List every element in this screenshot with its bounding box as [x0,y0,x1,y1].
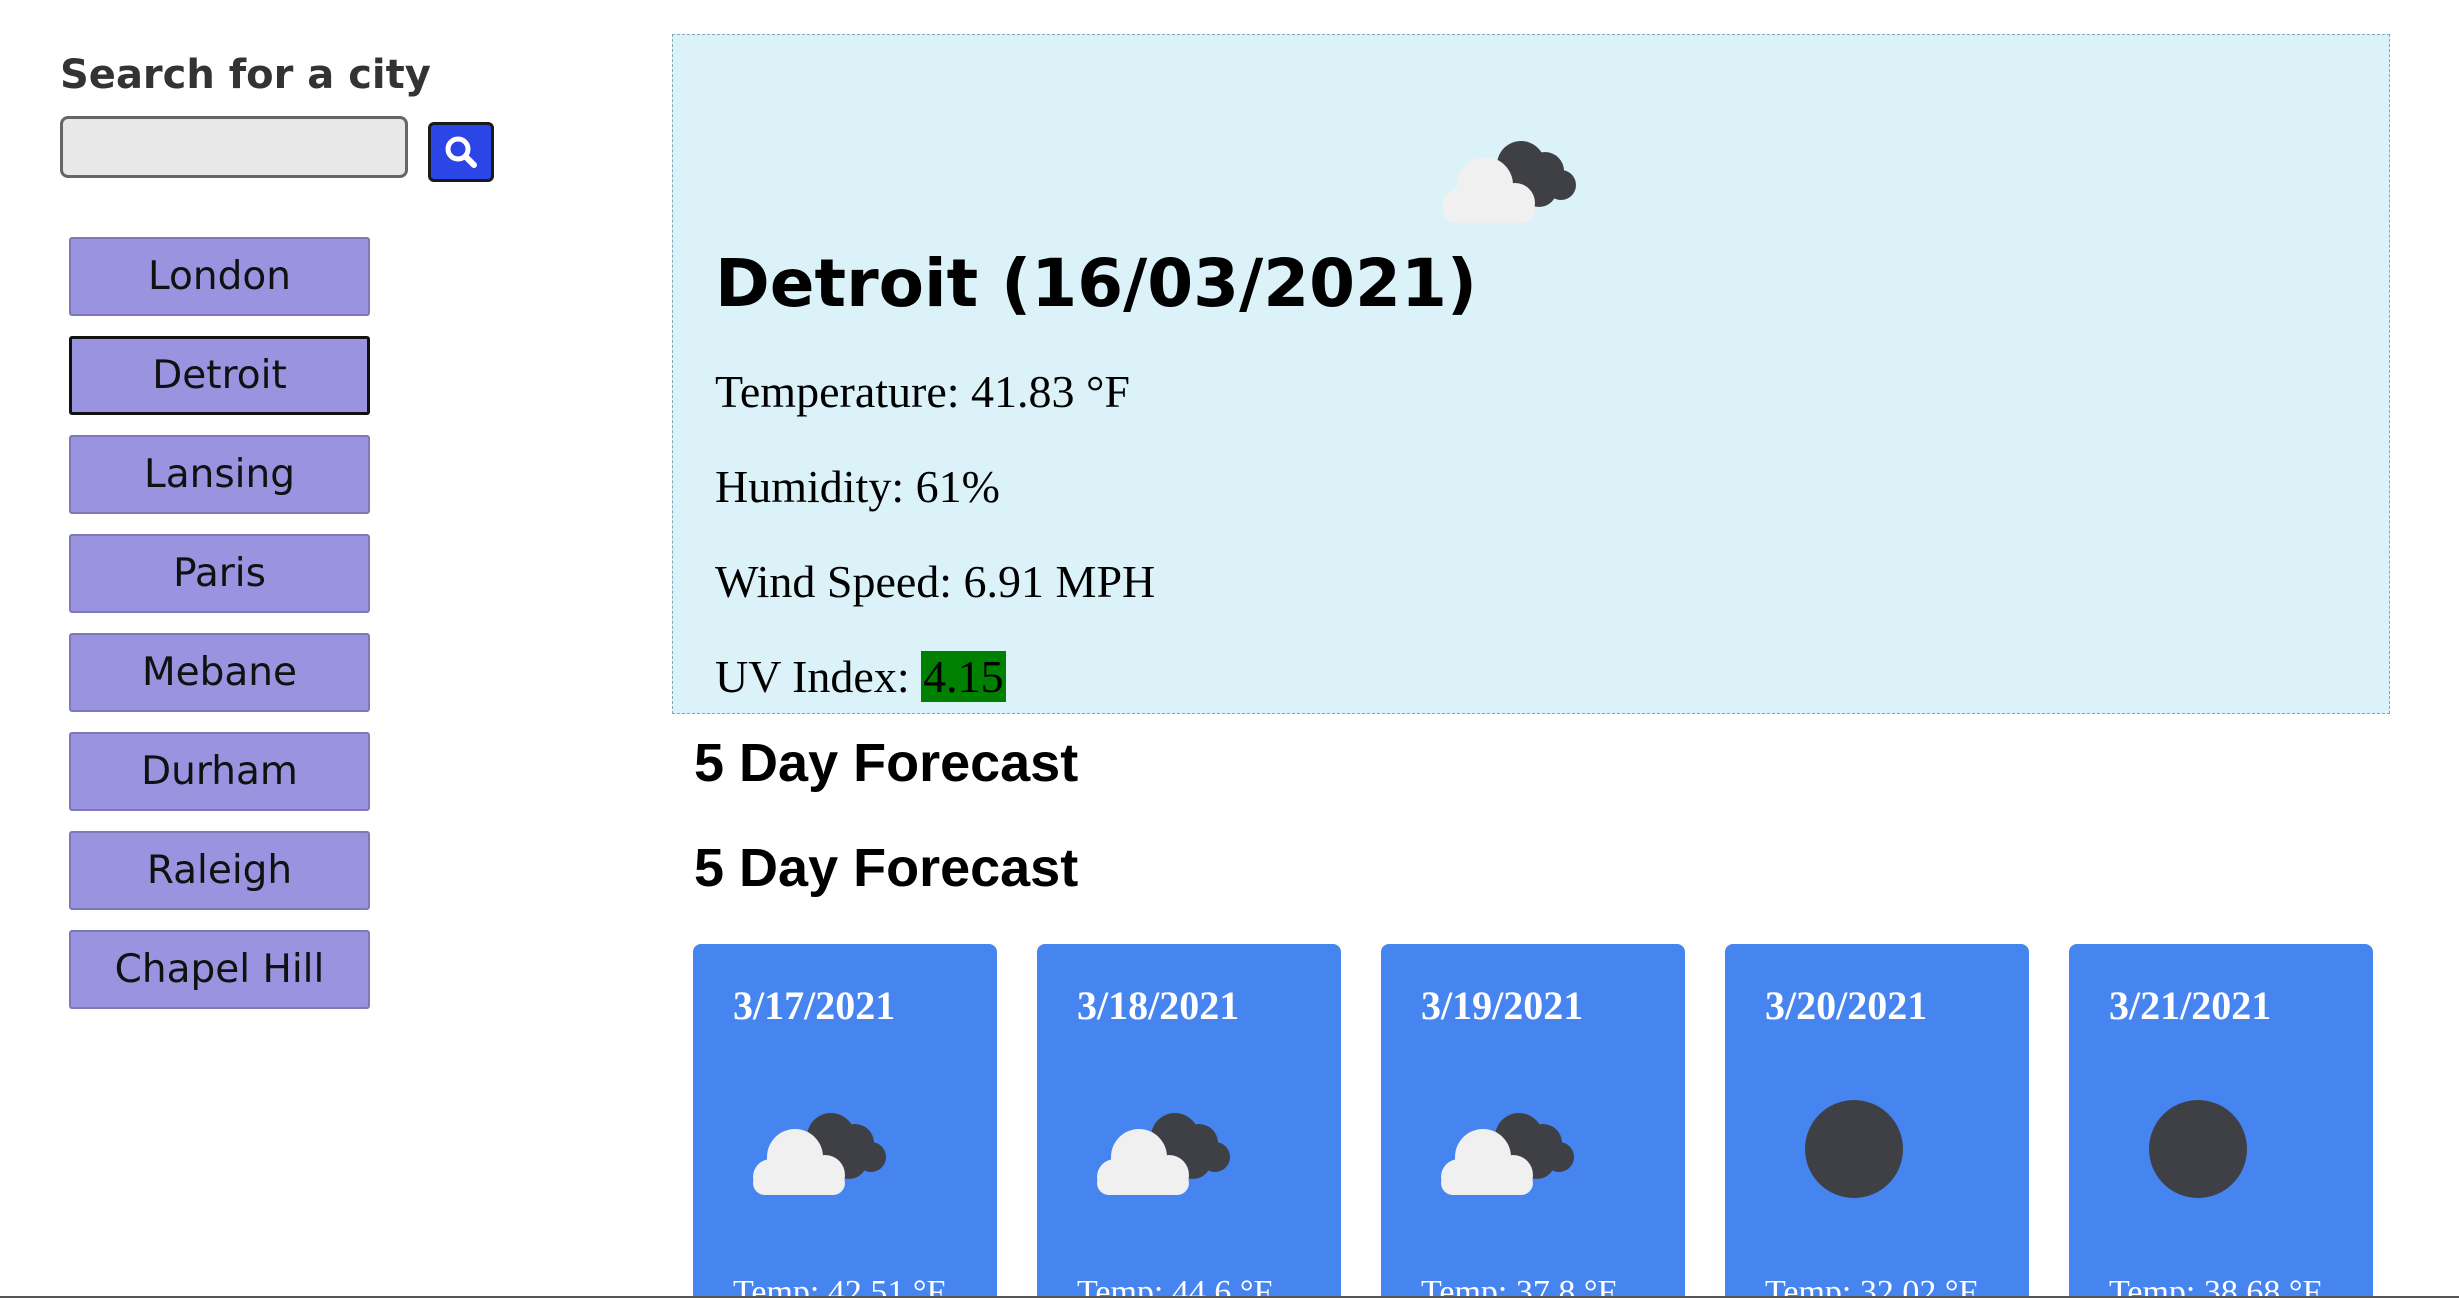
clear-icon [2119,1099,2269,1204]
current-wind-speed: Wind Speed: 6.91 MPH [715,556,1156,607]
search-title: Search for a city [60,52,431,98]
uv-label: UV Index: [715,651,922,702]
city-search-input[interactable] [60,116,408,178]
search-button[interactable] [428,122,494,182]
forecast-card-day-5: 3/21/2021 Temp: 38.68 °F [2069,944,2373,1298]
forecast-card-day-4: 3/20/2021 Temp: 32.02 °F [1725,944,2029,1298]
city-button-raleigh[interactable]: Raleigh [69,831,370,910]
forecast-date: 3/19/2021 [1421,983,1584,1028]
current-weather-panel: Detroit (16/03/2021) Temperature: 41.83 … [672,34,2390,714]
city-button-london[interactable]: London [69,237,370,316]
city-button-lansing[interactable]: Lansing [69,435,370,514]
forecast-card-day-3: 3/19/2021 Temp: 37.8 °F [1381,944,1685,1298]
forecast-card-day-1: 3/17/2021 Temp: 42.51 °F [693,944,997,1298]
city-history-list: London Detroit Lansing Paris Mebane Durh… [69,237,370,1029]
current-temperature: Temperature: 41.83 °F [715,366,1131,417]
cloudy-icon [1433,127,1583,232]
clear-icon [1775,1099,1925,1204]
sidebar: Search for a city London Detroit Lansing… [0,0,640,1298]
city-button-mebane[interactable]: Mebane [69,633,370,712]
forecast-temp: Temp: 44.6 °F [1077,1274,1273,1298]
search-icon [431,132,491,172]
uv-value-badge: 4.15 [921,651,1006,702]
city-button-detroit[interactable]: Detroit [69,336,370,415]
forecast-heading-duplicate: 5 Day Forecast [694,838,1079,898]
forecast-date: 3/18/2021 [1077,983,1240,1028]
current-city-title: Detroit (16/03/2021) [715,245,1478,322]
forecast-cards: 3/17/2021 Temp: 42.51 °F 3/18/2021 Temp:… [693,944,2383,1298]
city-button-chapel-hill[interactable]: Chapel Hill [69,930,370,1009]
forecast-card-day-2: 3/18/2021 Temp: 44.6 °F [1037,944,1341,1298]
current-uv-index: UV Index: 4.15 [715,650,1006,703]
forecast-temp: Temp: 32.02 °F [1765,1274,1978,1298]
cloud-icon [743,1099,893,1204]
forecast-date: 3/17/2021 [733,983,896,1028]
forecast-temp: Temp: 42.51 °F [733,1274,946,1298]
forecast-date: 3/21/2021 [2109,983,2272,1028]
forecast-date: 3/20/2021 [1765,983,1928,1028]
forecast-temp: Temp: 38.68 °F [2109,1274,2322,1298]
city-button-paris[interactable]: Paris [69,534,370,613]
cloud-icon [1431,1099,1581,1204]
city-button-durham[interactable]: Durham [69,732,370,811]
current-humidity: Humidity: 61% [715,461,1000,512]
forecast-temp: Temp: 37.8 °F [1421,1274,1617,1298]
forecast-heading: 5 Day Forecast [694,733,1079,793]
cloud-icon [1087,1099,1237,1204]
